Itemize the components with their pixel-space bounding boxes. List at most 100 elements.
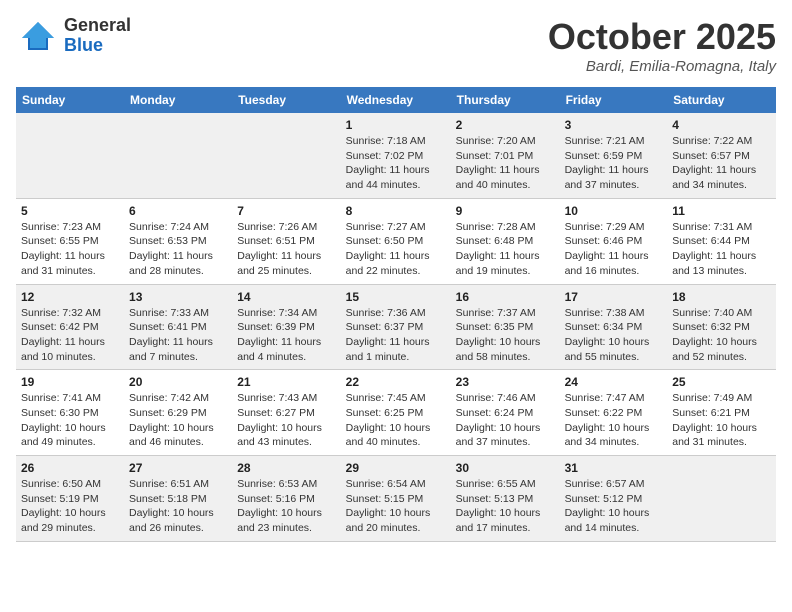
day-info: Sunrise: 7:27 AMSunset: 6:50 PMDaylight:… (346, 220, 446, 279)
day-info: Sunrise: 6:55 AMSunset: 5:13 PMDaylight:… (456, 477, 555, 536)
day-info: Sunrise: 7:26 AMSunset: 6:51 PMDaylight:… (237, 220, 335, 279)
day-info: Sunrise: 7:49 AMSunset: 6:21 PMDaylight:… (672, 391, 771, 450)
calendar-cell: 28Sunrise: 6:53 AMSunset: 5:16 PMDayligh… (232, 456, 340, 542)
calendar-cell: 2 Sunrise: 7:20 AMSunset: 7:01 PMDaylight… (451, 113, 560, 198)
day-number: 4 (672, 118, 771, 132)
month-title: October 2025 (548, 16, 776, 58)
day-info: Sunrise: 7:37 AMSunset: 6:35 PMDaylight:… (456, 306, 555, 365)
day-number: 24 (565, 375, 663, 389)
day-number: 7 (237, 204, 335, 218)
day-number: 3 (565, 118, 663, 132)
day-number: 21 (237, 375, 335, 389)
calendar-cell: 24Sunrise: 7:47 AMSunset: 6:22 PMDayligh… (560, 370, 668, 456)
calendar-cell: 1 Sunrise: 7:18 AMSunset: 7:02 PMDaylight… (341, 113, 451, 198)
calendar-cell: 7 Sunrise: 7:26 AMSunset: 6:51 PMDaylight… (232, 198, 340, 284)
day-number: 29 (346, 461, 446, 475)
week-row: 1 Sunrise: 7:18 AMSunset: 7:02 PMDaylight… (16, 113, 776, 198)
calendar-cell: 8 Sunrise: 7:27 AMSunset: 6:50 PMDaylight… (341, 198, 451, 284)
calendar-cell: 26 Sunrise: 6:50 AMSunset: 5:19 PMDayligh… (16, 456, 124, 542)
day-number: 19 (21, 375, 119, 389)
day-number: 12 (21, 290, 119, 304)
calendar-cell: 25 Sunrise: 7:49 AMSunset: 6:21 PMDayligh… (667, 370, 776, 456)
day-number: 20 (129, 375, 227, 389)
day-number: 6 (129, 204, 227, 218)
calendar-cell: 19Sunrise: 7:41 AMSunset: 6:30 PMDayligh… (16, 370, 124, 456)
calendar-cell: 4 Sunrise: 7:22 AMSunset: 6:57 PMDaylight… (667, 113, 776, 198)
logo-text: General Blue (64, 16, 131, 56)
day-number: 9 (456, 204, 555, 218)
week-row: 5 Sunrise: 7:23 AMSunset: 6:55 PMDaylight… (16, 198, 776, 284)
day-number: 15 (346, 290, 446, 304)
day-number: 27 (129, 461, 227, 475)
calendar-cell: 20 Sunrise: 7:42 AMSunset: 6:29 PMDayligh… (124, 370, 232, 456)
logo-icon (16, 18, 60, 54)
calendar-cell: 29 Sunrise: 6:54 AMSunset: 5:15 PMDayligh… (341, 456, 451, 542)
day-info: Sunrise: 7:32 AMSunset: 6:42 PMDaylight:… (21, 306, 119, 365)
day-info: Sunrise: 7:23 AMSunset: 6:55 PMDaylight:… (21, 220, 119, 279)
day-info: Sunrise: 7:21 AMSunset: 6:59 PMDaylight:… (565, 134, 663, 193)
day-number: 25 (672, 375, 771, 389)
week-row: 19Sunrise: 7:41 AMSunset: 6:30 PMDayligh… (16, 370, 776, 456)
calendar-cell: 21Sunrise: 7:43 AMSunset: 6:27 PMDayligh… (232, 370, 340, 456)
day-info: Sunrise: 7:40 AMSunset: 6:32 PMDaylight:… (672, 306, 771, 365)
column-header-thursday: Thursday (451, 87, 560, 113)
day-number: 11 (672, 204, 771, 218)
calendar-cell (667, 456, 776, 542)
day-info: Sunrise: 7:45 AMSunset: 6:25 PMDaylight:… (346, 391, 446, 450)
column-header-monday: Monday (124, 87, 232, 113)
day-number: 22 (346, 375, 446, 389)
day-number: 5 (21, 204, 119, 218)
day-info: Sunrise: 7:33 AMSunset: 6:41 PMDaylight:… (129, 306, 227, 365)
calendar-cell: 27 Sunrise: 6:51 AMSunset: 5:18 PMDayligh… (124, 456, 232, 542)
calendar-cell: 5 Sunrise: 7:23 AMSunset: 6:55 PMDaylight… (16, 198, 124, 284)
column-header-tuesday: Tuesday (232, 87, 340, 113)
calendar-cell (16, 113, 124, 198)
calendar-cell: 23Sunrise: 7:46 AMSunset: 6:24 PMDayligh… (451, 370, 560, 456)
calendar-cell: 22 Sunrise: 7:45 AMSunset: 6:25 PMDayligh… (341, 370, 451, 456)
page-header: General Blue October 2025 Bardi, Emilia-… (16, 16, 776, 75)
day-info: Sunrise: 6:51 AMSunset: 5:18 PMDaylight:… (129, 477, 227, 536)
day-number: 26 (21, 461, 119, 475)
day-number: 30 (456, 461, 555, 475)
calendar-cell: 12 Sunrise: 7:32 AMSunset: 6:42 PMDayligh… (16, 284, 124, 370)
day-number: 28 (237, 461, 335, 475)
calendar-cell: 10 Sunrise: 7:29 AMSunset: 6:46 PMDayligh… (560, 198, 668, 284)
day-info: Sunrise: 7:20 AMSunset: 7:01 PMDaylight:… (456, 134, 555, 193)
day-info: Sunrise: 7:38 AMSunset: 6:34 PMDaylight:… (565, 306, 663, 365)
day-info: Sunrise: 7:36 AMSunset: 6:37 PMDaylight:… (346, 306, 446, 365)
day-number: 2 (456, 118, 555, 132)
day-info: Sunrise: 7:22 AMSunset: 6:57 PMDaylight:… (672, 134, 771, 193)
column-header-friday: Friday (560, 87, 668, 113)
location: Bardi, Emilia-Romagna, Italy (548, 58, 776, 75)
calendar-cell: 14Sunrise: 7:34 AMSunset: 6:39 PMDayligh… (232, 284, 340, 370)
week-row: 12 Sunrise: 7:32 AMSunset: 6:42 PMDayligh… (16, 284, 776, 370)
day-number: 16 (456, 290, 555, 304)
day-number: 17 (565, 290, 663, 304)
calendar-cell: 13 Sunrise: 7:33 AMSunset: 6:41 PMDayligh… (124, 284, 232, 370)
day-number: 18 (672, 290, 771, 304)
calendar-cell: 16 Sunrise: 7:37 AMSunset: 6:35 PMDayligh… (451, 284, 560, 370)
calendar-table: SundayMondayTuesdayWednesdayThursdayFrid… (16, 87, 776, 542)
day-info: Sunrise: 7:28 AMSunset: 6:48 PMDaylight:… (456, 220, 555, 279)
day-info: Sunrise: 6:50 AMSunset: 5:19 PMDaylight:… (21, 477, 119, 536)
day-number: 23 (456, 375, 555, 389)
day-info: Sunrise: 7:29 AMSunset: 6:46 PMDaylight:… (565, 220, 663, 279)
calendar-cell: 9 Sunrise: 7:28 AMSunset: 6:48 PMDaylight… (451, 198, 560, 284)
calendar-cell: 31 Sunrise: 6:57 AMSunset: 5:12 PMDayligh… (560, 456, 668, 542)
day-number: 1 (346, 118, 446, 132)
day-info: Sunrise: 7:18 AMSunset: 7:02 PMDaylight:… (346, 134, 446, 193)
day-number: 8 (346, 204, 446, 218)
day-number: 10 (565, 204, 663, 218)
header-row: SundayMondayTuesdayWednesdayThursdayFrid… (16, 87, 776, 113)
day-info: Sunrise: 7:31 AMSunset: 6:44 PMDaylight:… (672, 220, 771, 279)
day-info: Sunrise: 6:57 AMSunset: 5:12 PMDaylight:… (565, 477, 663, 536)
day-info: Sunrise: 7:24 AMSunset: 6:53 PMDaylight:… (129, 220, 227, 279)
day-info: Sunrise: 6:54 AMSunset: 5:15 PMDaylight:… (346, 477, 446, 536)
week-row: 26 Sunrise: 6:50 AMSunset: 5:19 PMDayligh… (16, 456, 776, 542)
logo-general: General (64, 16, 131, 36)
day-number: 31 (565, 461, 663, 475)
day-number: 13 (129, 290, 227, 304)
calendar-cell: 15 Sunrise: 7:36 AMSunset: 6:37 PMDayligh… (341, 284, 451, 370)
logo-blue: Blue (64, 36, 131, 56)
day-info: Sunrise: 7:42 AMSunset: 6:29 PMDaylight:… (129, 391, 227, 450)
